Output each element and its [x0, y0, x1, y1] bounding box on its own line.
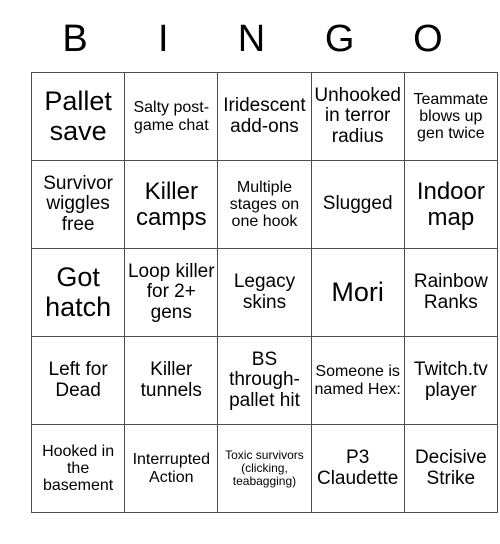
bingo-header: B I N G O — [31, 0, 472, 72]
bingo-cell[interactable]: Interrupted Action — [124, 424, 219, 513]
bingo-cell[interactable]: Left for Dead — [30, 336, 126, 425]
bingo-cell[interactable]: Loop killer for 2+ gens — [124, 248, 219, 337]
bingo-cell[interactable]: Multiple stages on one hook — [217, 160, 312, 249]
bingo-cell[interactable]: Hooked in the basement — [30, 424, 126, 513]
bingo-cell[interactable]: Someone is named Hex: — [310, 336, 405, 425]
header-letter-i: I — [158, 18, 169, 60]
header-letter-b: B — [62, 18, 88, 60]
bingo-cell[interactable]: Indoor map — [403, 160, 498, 249]
bingo-cell[interactable]: Toxic survivors (clicking, teabagging) — [217, 424, 312, 513]
bingo-cell[interactable]: Got hatch — [30, 248, 126, 337]
bingo-row: Pallet save Salty post-game chat Iridesc… — [30, 72, 498, 161]
bingo-cell[interactable]: BS through-pallet hit — [217, 336, 312, 425]
header-letter-o: O — [413, 18, 443, 60]
bingo-cell[interactable]: Unhooked in terror radius — [310, 72, 405, 161]
bingo-row: Got hatch Loop killer for 2+ gens Legacy… — [30, 248, 498, 337]
bingo-cell[interactable]: Teammate blows up gen twice — [403, 72, 498, 161]
bingo-cell[interactable]: Slugged — [310, 160, 405, 249]
bingo-row: Left for Dead Killer tunnels BS through-… — [30, 336, 498, 425]
bingo-cell[interactable]: Killer tunnels — [124, 336, 219, 425]
bingo-cell[interactable]: Mori — [310, 248, 405, 337]
bingo-cell[interactable]: Decisive Strike — [403, 424, 498, 513]
bingo-card: B I N G O Pallet save Salty post-game ch… — [30, 0, 498, 513]
bingo-cell[interactable]: Rainbow Ranks — [403, 248, 498, 337]
bingo-row: Survivor wiggles free Killer camps Multi… — [30, 160, 498, 249]
header-letter-g: G — [324, 18, 355, 60]
bingo-cell[interactable]: Salty post-game chat — [124, 72, 219, 161]
bingo-row: Hooked in the basement Interrupted Actio… — [30, 424, 498, 513]
bingo-cell[interactable]: Legacy skins — [217, 248, 312, 337]
bingo-cell[interactable]: Survivor wiggles free — [30, 160, 126, 249]
bingo-cell[interactable]: Twitch.tv player — [403, 336, 498, 425]
bingo-cell[interactable]: P3 Claudette — [310, 424, 405, 513]
bingo-grid: Pallet save Salty post-game chat Iridesc… — [30, 72, 498, 513]
bingo-cell[interactable]: Pallet save — [30, 72, 126, 161]
header-letter-n: N — [237, 18, 266, 60]
bingo-cell[interactable]: Iridescent add-ons — [217, 72, 312, 161]
bingo-cell[interactable]: Killer camps — [124, 160, 219, 249]
